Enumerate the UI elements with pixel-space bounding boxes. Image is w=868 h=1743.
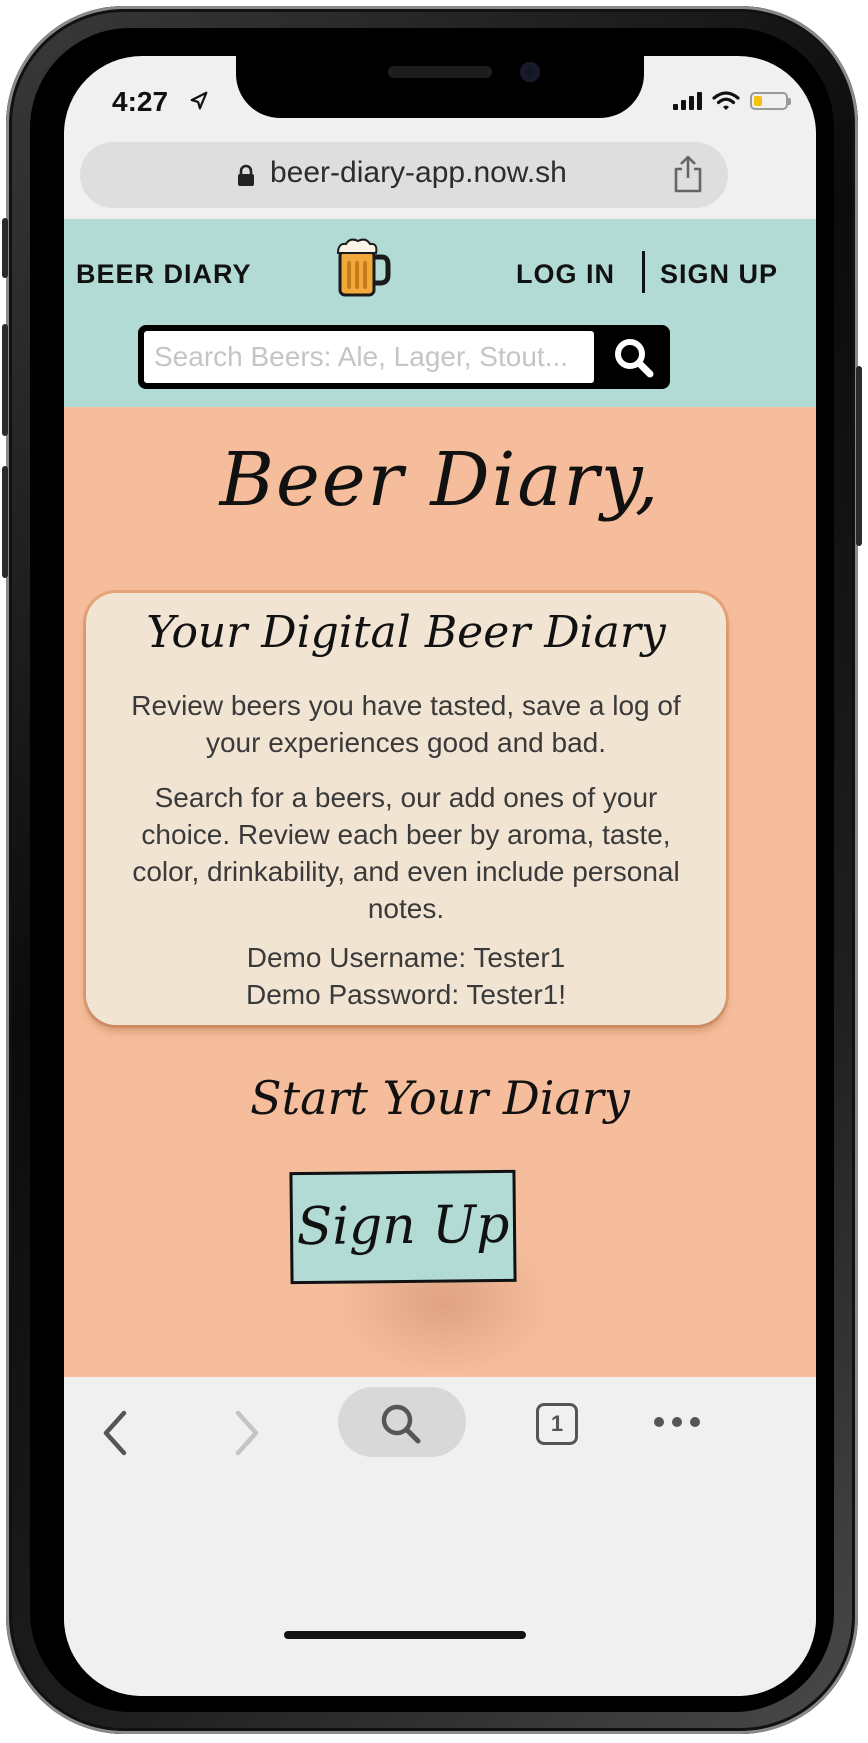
forward-icon[interactable] <box>228 1407 264 1459</box>
nav-divider <box>642 251 645 293</box>
beer-mug-icon[interactable] <box>334 237 392 297</box>
intro-card: Your Digital Beer Diary Review beers you… <box>86 593 726 1025</box>
login-link[interactable]: LOG IN <box>516 259 615 290</box>
signup-link[interactable]: SIGN UP <box>660 259 778 290</box>
url-text[interactable]: beer-diary-app.now.sh <box>270 156 567 190</box>
search-form <box>138 325 670 389</box>
hero-title: Beer Diary, <box>219 437 661 523</box>
wifi-icon <box>712 91 740 110</box>
demo-password: Demo Password: Tester1! <box>245 979 567 1010</box>
main-content: Beer Diary, Your Digital Beer Diary Revi… <box>64 407 816 1415</box>
web-page: BEER DIARY LOG IN SIGN UP Search Beers: … <box>64 219 816 1415</box>
notch <box>236 56 644 118</box>
card-title: Your Digital Beer Diary <box>146 607 666 658</box>
site-header: BEER DIARY LOG IN SIGN UP <box>64 219 816 407</box>
demo-credentials: Demo Username: Tester1 Demo Password: Te… <box>110 939 702 1013</box>
speaker <box>388 66 492 78</box>
search-tab-button[interactable] <box>338 1387 466 1457</box>
home-indicator[interactable] <box>284 1631 526 1639</box>
battery-icon <box>750 92 791 110</box>
card-paragraph-2: Search for a beers, our add ones of your… <box>132 782 680 924</box>
demo-username: Demo Username: Tester1 <box>246 942 566 973</box>
back-icon[interactable] <box>98 1407 134 1459</box>
search-icon[interactable] <box>610 335 658 381</box>
more-options-icon[interactable] <box>654 1417 700 1427</box>
status-time: 4:27 <box>112 86 169 117</box>
status-indicators <box>673 90 791 112</box>
screen: 4:27 beer-diary-app.now.sh BEER DIARY LO… <box>64 56 816 1696</box>
tabs-button[interactable]: 1 <box>536 1403 578 1445</box>
volume-down-button <box>2 466 8 578</box>
lock-icon <box>238 164 254 186</box>
mute-switch <box>2 218 8 278</box>
location-arrow-icon <box>190 91 208 110</box>
search-input[interactable] <box>144 331 594 383</box>
power-button <box>856 366 862 546</box>
magnifier-icon <box>381 1404 421 1444</box>
start-heading: Start Your Diary <box>250 1071 630 1125</box>
phone-frame: 4:27 beer-diary-app.now.sh BEER DIARY LO… <box>2 6 862 1734</box>
front-camera <box>520 62 540 82</box>
address-bar[interactable]: beer-diary-app.now.sh <box>80 142 728 208</box>
card-paragraph-1: Review beers you have tasted, save a log… <box>131 690 681 758</box>
brand-link[interactable]: BEER DIARY <box>76 259 252 290</box>
share-icon[interactable] <box>670 154 706 194</box>
cellular-signal-icon <box>673 92 702 110</box>
signup-button[interactable]: Sign Up <box>289 1169 517 1285</box>
volume-up-button <box>2 324 8 436</box>
browser-toolbar: 1 <box>64 1377 816 1696</box>
